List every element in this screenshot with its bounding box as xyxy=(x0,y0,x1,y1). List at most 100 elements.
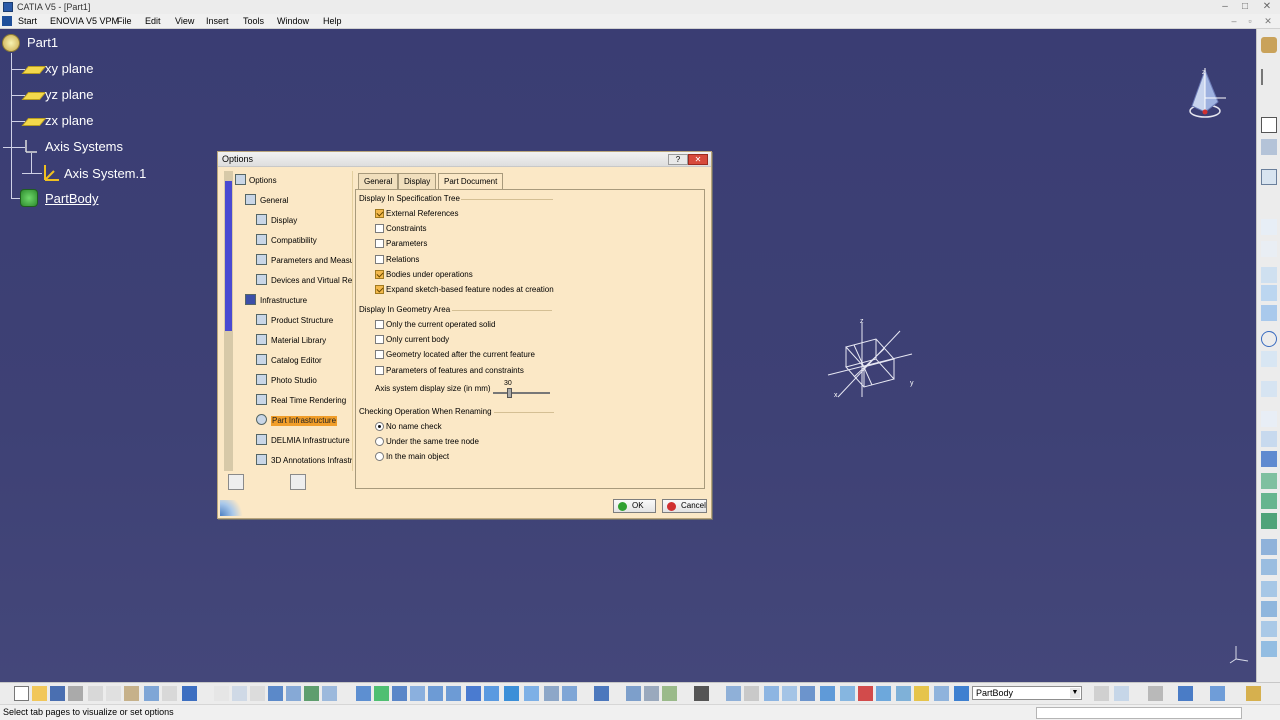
shell-tool-icon[interactable] xyxy=(1261,513,1277,529)
doc-minimize-button[interactable]: – xyxy=(1228,15,1240,27)
doc-restore-button[interactable]: ▫ xyxy=(1244,15,1256,27)
tree-node-yz-plane[interactable]: yz plane xyxy=(45,87,93,103)
axis-system-3d-view[interactable]: z y x xyxy=(824,317,920,409)
tree-node-part1[interactable]: Part1 xyxy=(27,35,58,51)
ruler-icon[interactable] xyxy=(1094,686,1109,701)
toolbar-grip-icon[interactable] xyxy=(1261,69,1277,85)
tree-node-xy-plane[interactable]: xy plane xyxy=(45,61,93,77)
part-icon[interactable] xyxy=(2,34,20,52)
dialog-close-button[interactable]: ✕ xyxy=(688,154,708,165)
tree-item-real-time-rendering[interactable]: Real Time Rendering xyxy=(271,396,346,406)
start-menu-icon[interactable] xyxy=(2,16,12,26)
cancel-button[interactable]: Cancel xyxy=(662,499,707,513)
rib-tool-icon[interactable] xyxy=(1261,411,1277,427)
pan-icon[interactable] xyxy=(392,686,407,701)
snap-tool-icon[interactable] xyxy=(1261,139,1277,155)
tree-node-axis-systems[interactable]: Axis Systems xyxy=(45,139,123,155)
tree-item-devices[interactable]: Devices and Virtual Real xyxy=(271,276,352,286)
knowledge-icon[interactable] xyxy=(232,686,247,701)
tree-item-3d-annotations[interactable]: 3D Annotations Infrastr xyxy=(271,456,352,466)
compass-icon[interactable]: z xyxy=(1184,66,1230,122)
plane-icon[interactable] xyxy=(21,92,47,100)
plane-tool-icon[interactable] xyxy=(1261,241,1277,257)
menu-start[interactable]: Start xyxy=(16,15,39,27)
tree-item-display[interactable]: Display xyxy=(271,216,297,226)
rotate-icon[interactable] xyxy=(410,686,425,701)
camera-icon[interactable] xyxy=(694,686,709,701)
axis-size-slider-thumb[interactable] xyxy=(507,388,512,398)
help-button[interactable]: ? xyxy=(668,154,688,165)
tree-item-delmia[interactable]: DELMIA Infrastructure xyxy=(271,436,350,446)
save-icon[interactable] xyxy=(50,686,65,701)
tree-item-photo-studio[interactable]: Photo Studio xyxy=(271,376,317,386)
tree-item-parameters-measure[interactable]: Parameters and Measure xyxy=(271,256,352,266)
plane-icon[interactable] xyxy=(21,118,47,126)
grid-icon[interactable] xyxy=(800,686,815,701)
insert-body-icon[interactable] xyxy=(954,686,969,701)
checkbox-relations[interactable] xyxy=(375,255,384,264)
close-window-button[interactable]: ✕ xyxy=(1258,0,1276,14)
doc-close-button[interactable]: ✕ xyxy=(1262,15,1274,27)
fit-all-icon[interactable] xyxy=(374,686,389,701)
fillet-tool-icon[interactable] xyxy=(1261,451,1277,467)
print-icon[interactable] xyxy=(68,686,83,701)
hole-tool-icon[interactable] xyxy=(1261,381,1277,397)
thick-surface-tool-icon[interactable] xyxy=(1261,621,1277,637)
isometric-view-icon[interactable] xyxy=(504,686,519,701)
transform-icon[interactable] xyxy=(876,686,891,701)
thread-icon[interactable] xyxy=(644,686,659,701)
zoom-in-icon[interactable] xyxy=(428,686,443,701)
split-tool-icon[interactable] xyxy=(1261,601,1277,617)
pocket-tool-icon[interactable] xyxy=(1261,285,1277,301)
menu-enovia[interactable]: ENOVIA V5 VPM xyxy=(48,15,121,27)
sketch-plane-icon[interactable] xyxy=(1261,169,1277,185)
menu-file[interactable]: File xyxy=(115,15,134,27)
highlight-icon[interactable] xyxy=(914,686,929,701)
analysis-icon[interactable] xyxy=(726,686,741,701)
axis-system-icon[interactable] xyxy=(40,163,60,183)
catalog-icon[interactable] xyxy=(286,686,301,701)
paste-icon[interactable] xyxy=(124,686,139,701)
shaft-tool-icon[interactable] xyxy=(1261,305,1277,321)
menu-edit[interactable]: Edit xyxy=(143,15,163,27)
current-body-select[interactable]: PartBody ▼ xyxy=(972,686,1082,700)
cylinder-icon[interactable] xyxy=(840,686,855,701)
cut-icon[interactable] xyxy=(88,686,103,701)
chevron-down-icon[interactable]: ▼ xyxy=(1070,688,1080,698)
open-file-icon[interactable] xyxy=(32,686,47,701)
plane-icon[interactable] xyxy=(21,66,47,74)
scroll-thumb[interactable] xyxy=(225,181,232,331)
command-input[interactable] xyxy=(1036,707,1242,719)
scale-tool-icon[interactable] xyxy=(1261,581,1277,597)
box-icon[interactable] xyxy=(820,686,835,701)
checkbox-expand-sketch[interactable] xyxy=(375,285,384,294)
checkbox-constraints[interactable] xyxy=(375,224,384,233)
tree-item-catalog-editor[interactable]: Catalog Editor xyxy=(271,356,322,366)
tab-display[interactable]: Display xyxy=(398,173,437,189)
filter-icon[interactable] xyxy=(744,686,759,701)
tab-general[interactable]: General xyxy=(358,173,399,189)
tree-item-part-infrastructure[interactable]: Part Infrastructure xyxy=(271,416,338,426)
table-icon[interactable] xyxy=(268,686,283,701)
delete-icon[interactable] xyxy=(858,686,873,701)
knowledge-advisor-icon[interactable] xyxy=(1148,686,1163,701)
menu-insert[interactable]: Insert xyxy=(204,15,231,27)
tree-item-options[interactable]: Options xyxy=(249,176,277,186)
pattern-tool-icon[interactable] xyxy=(1261,539,1277,555)
tree-item-product-structure[interactable]: Product Structure xyxy=(271,316,333,326)
minimize-button[interactable]: – xyxy=(1216,0,1234,14)
axis-systems-icon[interactable] xyxy=(22,138,38,154)
new-file-icon[interactable] xyxy=(14,686,29,701)
radio-no-name-check[interactable] xyxy=(375,422,384,431)
tree-item-compatibility[interactable]: Compatibility xyxy=(271,236,317,246)
checkbox-external-references[interactable] xyxy=(375,209,384,218)
tree-item-infrastructure[interactable]: Infrastructure xyxy=(260,296,307,306)
tree-item-material-library[interactable]: Material Library xyxy=(271,336,326,346)
circle-tool-icon[interactable] xyxy=(1261,331,1277,347)
hole-icon[interactable] xyxy=(626,686,641,701)
menu-tools[interactable]: Tools xyxy=(241,15,266,27)
sketcher-icon[interactable] xyxy=(594,686,609,701)
whats-this-icon[interactable] xyxy=(182,686,197,701)
copy-icon[interactable] xyxy=(106,686,121,701)
boolean-icon[interactable] xyxy=(896,686,911,701)
